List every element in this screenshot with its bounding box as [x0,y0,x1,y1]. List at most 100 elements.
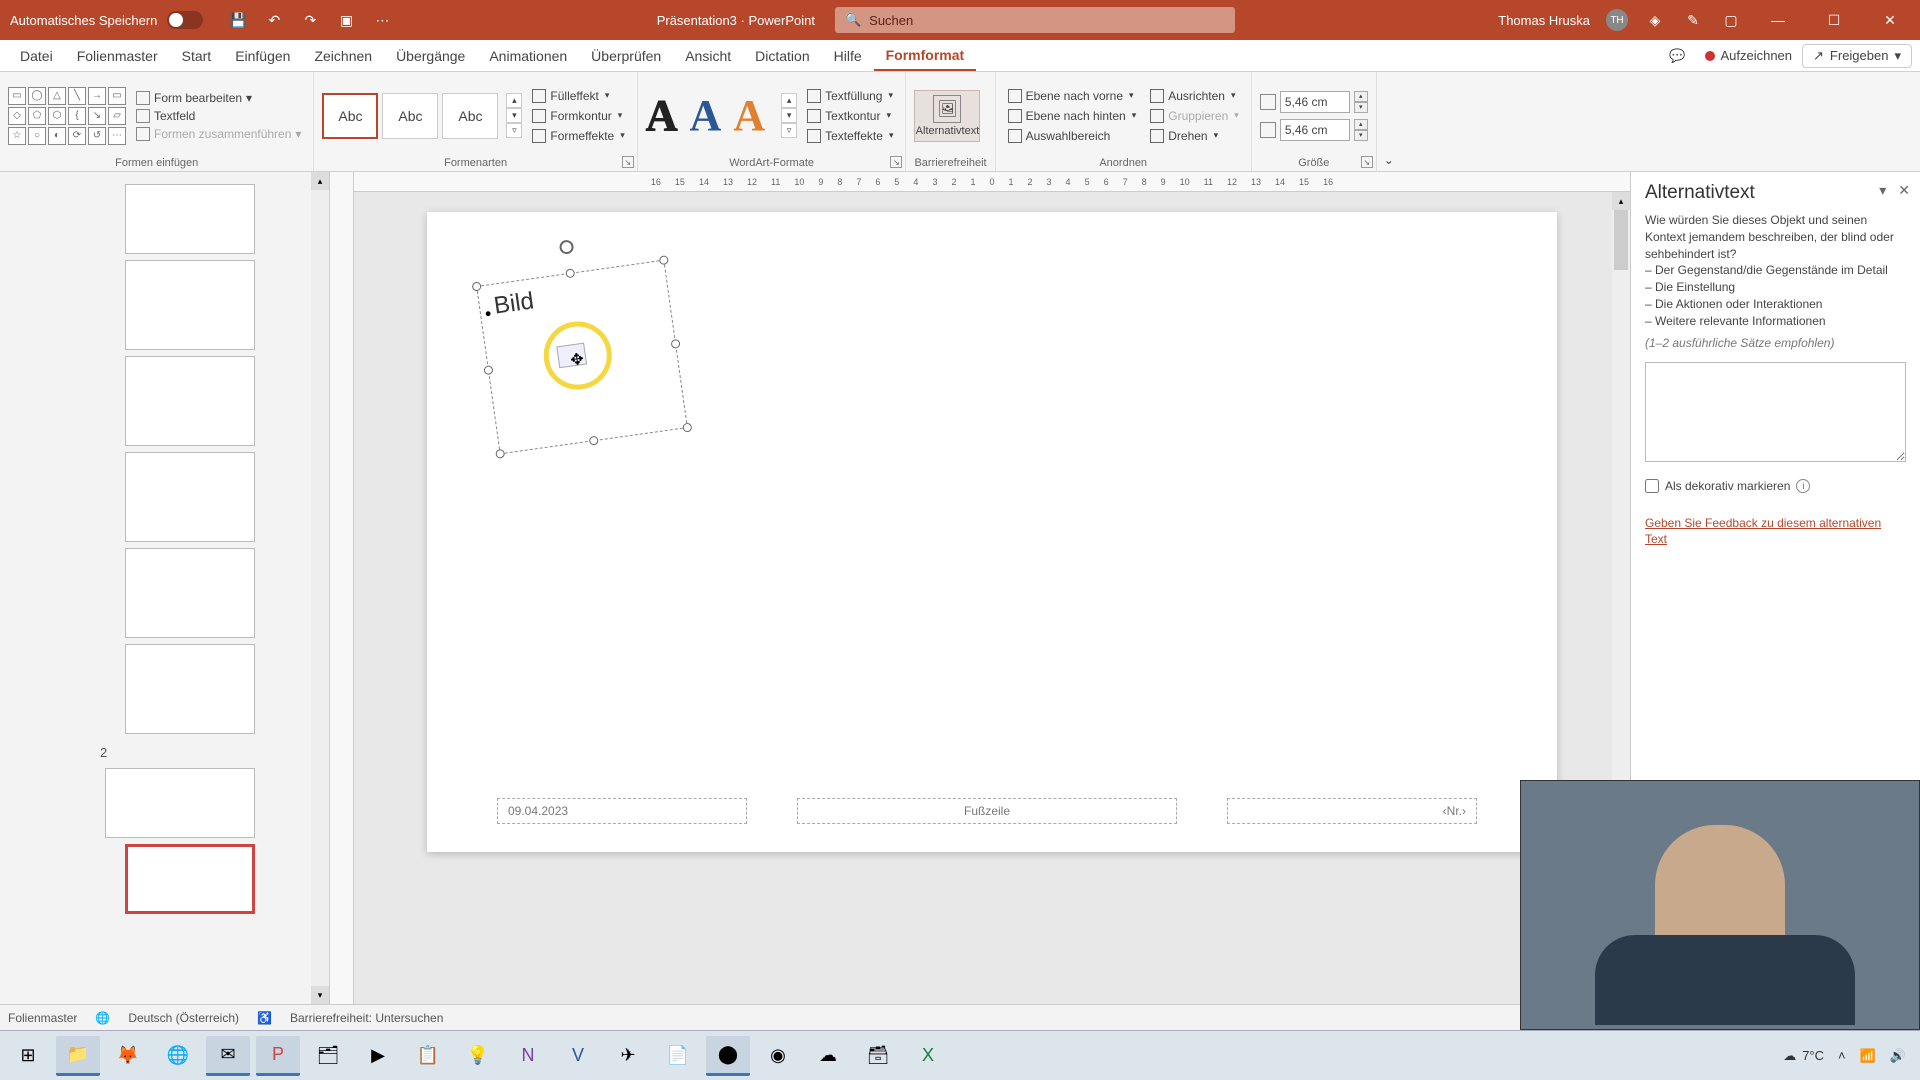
redo-icon[interactable]: ↷ [299,9,321,31]
height-input[interactable]: 5,46 cm [1280,91,1350,113]
textbox-button[interactable]: Textfeld [132,108,305,124]
taskbar-telegram[interactable]: ✈ [606,1036,650,1076]
layout-thumb-3[interactable] [125,356,255,446]
height-down[interactable]: ▾ [1354,102,1368,113]
picture-placeholder[interactable]: • Bild ✥ [476,260,688,455]
more-qat-icon[interactable]: ⋯ [371,9,393,31]
taskbar-app-2[interactable]: 📋 [406,1036,450,1076]
wordart-gallery[interactable]: A A A ▴▾▿ [646,90,797,141]
text-effects-dropdown[interactable]: Texteffekte▾ [803,127,897,145]
width-input[interactable]: 5,46 cm [1280,119,1350,141]
record-button[interactable]: Aufzeichnen [1695,44,1802,67]
wordart-style-1[interactable]: A [646,90,678,141]
alt-text-button[interactable]: 🖼 Alternativtext [914,90,980,142]
taskbar-app-7[interactable]: 🗃 [856,1036,900,1076]
handle-se[interactable] [682,422,692,432]
scroll-down-icon[interactable]: ▾ [311,986,329,1004]
editor-scroll-up[interactable]: ▴ [1612,192,1630,210]
save-icon[interactable]: 💾 [227,9,249,31]
handle-nw[interactable] [472,281,482,291]
fill-dropdown[interactable]: Fülleffekt▾ [528,87,628,105]
status-language[interactable]: Deutsch (Österreich) [128,1011,239,1025]
slide[interactable]: • Bild ✥ 09. [427,212,1557,852]
search-box[interactable]: 🔍 Suchen [835,7,1235,33]
tab-datei[interactable]: Datei [8,42,65,70]
tab-ueberpruefen[interactable]: Überprüfen [579,42,673,70]
tray-chevron-icon[interactable]: ˄ [1838,1048,1846,1063]
edit-shape-button[interactable]: Form bearbeiten ▾ [132,90,305,106]
text-fill-dropdown[interactable]: Textfüllung▾ [803,87,897,105]
taskbar-vlc[interactable]: ▶ [356,1036,400,1076]
text-outline-dropdown[interactable]: Textkontur▾ [803,107,897,125]
style-item-3[interactable]: Abc [442,93,498,139]
tray-network-icon[interactable]: 📶 [1860,1048,1876,1064]
shape-style-gallery[interactable]: Abc Abc Abc ▴▾▿ [322,93,522,139]
date-placeholder[interactable]: 09.04.2023 [497,798,747,824]
scroll-up-icon[interactable]: ▴ [311,172,329,190]
master-thumb-2[interactable] [105,768,255,838]
tab-zeichnen[interactable]: Zeichnen [302,42,384,70]
dialog-launcher-formenarten[interactable]: ↘ [622,156,634,168]
taskbar-explorer[interactable]: 📁 [56,1036,100,1076]
taskbar-app-3[interactable]: 💡 [456,1036,500,1076]
height-up[interactable]: ▴ [1354,91,1368,102]
maximize-button[interactable]: ☐ [1814,0,1854,40]
selection-pane-button[interactable]: Auswahlbereich [1004,127,1141,145]
user-avatar[interactable]: TH [1606,9,1628,31]
slideshow-icon[interactable]: ▣ [335,9,357,31]
shape-gallery[interactable]: ▭◯△╲→▭ ◇⬠⬡{↘▱ ☆○◐⟳↺⋯ [8,87,126,145]
thumb-scrollbar[interactable]: ▴ ▾ [311,172,329,1004]
start-button[interactable]: ⊞ [6,1036,50,1076]
handle-s[interactable] [589,436,599,446]
wordart-style-3[interactable]: A [733,90,765,141]
handle-w[interactable] [483,365,493,375]
layout-thumb-6[interactable] [125,644,255,734]
handle-n[interactable] [565,268,575,278]
style-item-1[interactable]: Abc [322,93,378,139]
page-number-placeholder[interactable]: ‹Nr.› [1227,798,1477,824]
window-icon[interactable]: ▢ [1720,9,1742,31]
gallery-down[interactable]: ▾ [506,108,522,123]
info-icon[interactable]: i [1796,479,1810,493]
handle-e[interactable] [670,339,680,349]
width-up[interactable]: ▴ [1354,119,1368,130]
align-button[interactable]: Ausrichten▾ [1146,87,1243,105]
taskbar-excel[interactable]: X [906,1036,950,1076]
layout-thumb-selected[interactable] [125,844,255,914]
taskbar-chrome[interactable]: 🌐 [156,1036,200,1076]
tab-start[interactable]: Start [170,42,224,70]
tab-formformat[interactable]: Formformat [874,41,977,71]
collapse-ribbon-button[interactable]: ⌄ [1377,72,1401,171]
diamond-icon[interactable]: ◈ [1644,9,1666,31]
taskbar-obs[interactable]: ⬤ [706,1036,750,1076]
minimize-button[interactable]: — [1758,0,1798,40]
bring-forward-button[interactable]: Ebene nach vorne▾ [1004,87,1141,105]
dialog-launcher-wordart[interactable]: ↘ [890,156,902,168]
alt-text-input[interactable] [1645,362,1906,462]
tab-folienmaster[interactable]: Folienmaster [65,42,170,70]
decorative-checkbox[interactable] [1645,479,1659,493]
handle-ne[interactable] [659,255,669,265]
status-view[interactable]: Folienmaster [8,1011,77,1025]
tab-uebergaenge[interactable]: Übergänge [384,42,477,70]
send-backward-button[interactable]: Ebene nach hinten▾ [1004,107,1141,125]
close-button[interactable]: ✕ [1870,0,1910,40]
canvas[interactable]: • Bild ✥ 09. [354,192,1630,1004]
taskbar-onenote[interactable]: N [506,1036,550,1076]
weather-widget[interactable]: ☁ 7°C [1783,1048,1824,1064]
taskbar-app-1[interactable]: 🗂 [306,1036,350,1076]
taskbar-app-5[interactable]: ◉ [756,1036,800,1076]
footer-placeholder[interactable]: Fußzeile [797,798,1177,824]
pen-icon[interactable]: ✎ [1682,9,1704,31]
taskbar-visio[interactable]: V [556,1036,600,1076]
taskbar-app-6[interactable]: ☁ [806,1036,850,1076]
layout-thumb-4[interactable] [125,452,255,542]
pane-close-icon[interactable]: ✕ [1898,182,1910,199]
handle-sw[interactable] [495,449,505,459]
tab-einfuegen[interactable]: Einfügen [223,42,302,70]
status-accessibility[interactable]: Barrierefreiheit: Untersuchen [290,1011,443,1025]
tab-dictation[interactable]: Dictation [743,42,821,70]
effects-dropdown[interactable]: Formeffekte▾ [528,127,628,145]
layout-thumb-1[interactable] [125,184,255,254]
tray-volume-icon[interactable]: 🔊 [1890,1048,1906,1064]
